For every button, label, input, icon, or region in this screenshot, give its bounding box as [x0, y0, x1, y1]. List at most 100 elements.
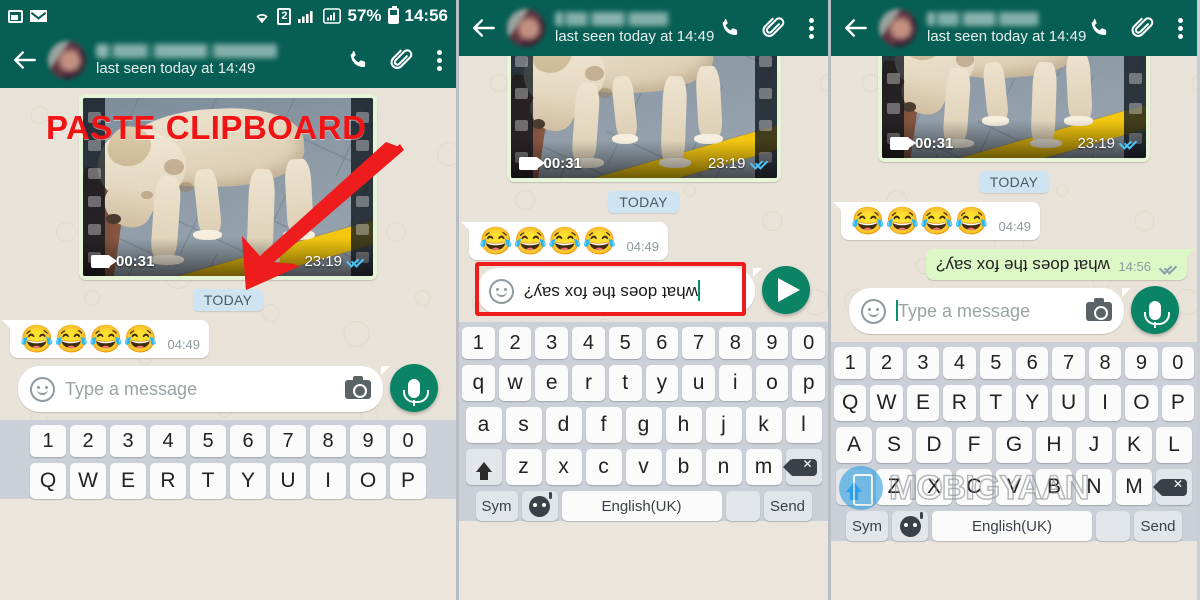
backspace-key[interactable] [782, 449, 822, 485]
send-button[interactable] [762, 266, 810, 314]
key-l[interactable]: l [785, 407, 822, 443]
key-3[interactable]: 3 [535, 327, 569, 359]
key-t[interactable]: T [190, 463, 226, 499]
key-k[interactable]: k [745, 407, 782, 443]
shift-key[interactable] [836, 469, 872, 505]
emoji-key[interactable] [892, 511, 928, 541]
key-3[interactable]: 3 [906, 347, 940, 379]
smiley-icon[interactable] [861, 298, 886, 324]
key-q[interactable]: q [461, 365, 495, 401]
key-i[interactable]: I [1088, 385, 1122, 421]
key-s[interactable]: S [876, 427, 912, 463]
send-key[interactable]: Send [1134, 511, 1182, 541]
key-t[interactable]: T [979, 385, 1012, 421]
key-k[interactable]: K [1116, 427, 1152, 463]
key-4[interactable]: 4 [150, 425, 186, 457]
key-5[interactable]: 5 [190, 425, 226, 457]
key-w[interactable]: W [870, 385, 903, 421]
key-q[interactable]: Q [833, 385, 867, 421]
emoji-key[interactable] [521, 491, 558, 521]
key-f[interactable]: f [585, 407, 622, 443]
key-a[interactable]: a [465, 407, 502, 443]
key-p[interactable]: P [1161, 385, 1195, 421]
key-w[interactable]: w [498, 365, 532, 401]
key-7[interactable]: 7 [270, 425, 306, 457]
key-4[interactable]: 4 [572, 327, 605, 359]
key-r[interactable]: R [943, 385, 976, 421]
video-thumbnail[interactable]: 00:31 23:19 [882, 56, 1146, 158]
key-s[interactable]: s [505, 407, 542, 443]
header-text-block[interactable]: last seen today at 14:49 [555, 11, 714, 45]
key-z[interactable]: z [505, 449, 542, 485]
key-x[interactable]: x [545, 449, 582, 485]
emoji-message-bubble[interactable]: 😂😂😂😂 04:49 [832, 202, 1041, 240]
space-key[interactable]: English(UK) [932, 511, 1092, 541]
key-i[interactable]: i [718, 365, 752, 401]
message-input[interactable]: Type a message [849, 288, 1131, 334]
key-7[interactable]: 7 [1052, 347, 1085, 379]
key-9[interactable]: 9 [350, 425, 386, 457]
key-n[interactable]: N [1076, 469, 1112, 505]
overflow-menu-icon[interactable] [808, 17, 814, 39]
key-x[interactable]: X [916, 469, 952, 505]
key-w[interactable]: W [70, 463, 106, 499]
key-n[interactable]: n [705, 449, 742, 485]
phone-call-icon[interactable] [718, 15, 744, 41]
key-r[interactable]: R [150, 463, 186, 499]
back-arrow-icon[interactable] [843, 15, 869, 41]
key-m[interactable]: m [745, 449, 782, 485]
key-8[interactable]: 8 [310, 425, 346, 457]
mic-button[interactable] [1131, 286, 1179, 334]
key-b[interactable]: b [665, 449, 702, 485]
overflow-menu-icon[interactable] [436, 49, 442, 71]
backspace-key[interactable] [1153, 469, 1192, 505]
key-6[interactable]: 6 [1016, 347, 1049, 379]
key-z[interactable]: Z [876, 469, 912, 505]
emoji-message-bubble[interactable]: 😂😂😂😂 04:49 [1, 320, 210, 358]
key-v[interactable]: V [996, 469, 1032, 505]
key-p[interactable]: p [792, 365, 826, 401]
phone-call-icon[interactable] [1087, 15, 1113, 41]
sent-message-bubble[interactable]: what does the fox say? 14:56 [925, 249, 1196, 280]
key-v[interactable]: v [625, 449, 662, 485]
key-j[interactable]: J [1076, 427, 1112, 463]
avatar[interactable] [507, 9, 545, 47]
key-r[interactable]: r [572, 365, 605, 401]
key-0[interactable]: 0 [390, 425, 426, 457]
back-arrow-icon[interactable] [471, 15, 497, 41]
key-e[interactable]: E [110, 463, 146, 499]
key-y[interactable]: y [645, 365, 679, 401]
camera-icon[interactable] [345, 375, 371, 399]
key-p[interactable]: P [390, 463, 426, 499]
key-4[interactable]: 4 [943, 347, 976, 379]
key-8[interactable]: 8 [718, 327, 752, 359]
smiley-icon[interactable] [30, 376, 55, 402]
key-2[interactable]: 2 [870, 347, 903, 379]
key-y[interactable]: Y [230, 463, 266, 499]
avatar[interactable] [48, 41, 86, 79]
key-6[interactable]: 6 [645, 327, 679, 359]
video-thumbnail[interactable]: 00:31 23:19 [510, 56, 777, 178]
overflow-menu-icon[interactable] [1177, 17, 1183, 39]
paperclip-icon[interactable] [760, 15, 786, 41]
key-t[interactable]: t [608, 365, 642, 401]
paperclip-icon[interactable] [1129, 15, 1155, 41]
key-o[interactable]: O [350, 463, 386, 499]
key-c[interactable]: c [585, 449, 622, 485]
key-y[interactable]: Y [1016, 385, 1049, 421]
key-g[interactable]: G [996, 427, 1032, 463]
key-u[interactable]: u [682, 365, 715, 401]
shift-key[interactable] [465, 449, 502, 485]
emoji-message-bubble[interactable]: 😂😂😂😂 04:49 [460, 222, 669, 260]
sym-key[interactable]: Sym [846, 511, 888, 541]
key-2[interactable]: 2 [498, 327, 532, 359]
key-c[interactable]: C [956, 469, 992, 505]
key-u[interactable]: U [1052, 385, 1085, 421]
camera-icon[interactable] [1086, 297, 1112, 321]
key-0[interactable]: 0 [792, 327, 826, 359]
key-m[interactable]: M [1116, 469, 1152, 505]
space-key[interactable]: English(UK) [561, 491, 722, 521]
key-9[interactable]: 9 [1125, 347, 1158, 379]
key-q[interactable]: Q [30, 463, 66, 499]
smiley-icon[interactable] [489, 278, 514, 304]
